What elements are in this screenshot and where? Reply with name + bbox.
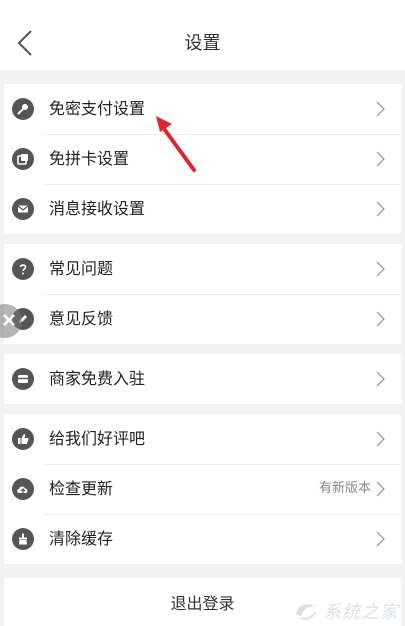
key-icon: [12, 98, 34, 120]
row-password-free-payment[interactable]: 免密支付设置: [4, 84, 401, 134]
row-label: 消息接收设置: [49, 199, 146, 218]
row-faq[interactable]: 常见问题: [4, 244, 401, 294]
logout-label: 退出登录: [170, 594, 235, 613]
page-title: 设置: [184, 33, 221, 54]
chevron-right-icon: [376, 311, 385, 327]
row-label: 检查更新: [49, 479, 114, 498]
settings-group-payment: 免密支付设置 免拼卡设置 消息接收设置: [4, 84, 401, 234]
store-icon: [12, 368, 34, 390]
row-rate-us[interactable]: 给我们好评吧: [4, 414, 401, 464]
close-x-icon: [3, 314, 15, 326]
chevron-right-icon: [376, 261, 385, 277]
settings-group-app: 给我们好评吧 检查更新 有新版本 清除缓存: [4, 414, 401, 564]
cloud-upload-icon: [12, 478, 34, 500]
row-label: 意见反馈: [49, 309, 114, 328]
row-merchant-join[interactable]: 商家免费入驻: [4, 354, 401, 404]
row-label: 商家免费入驻: [49, 369, 146, 388]
thumbs-up-icon: [12, 428, 34, 450]
floating-assist-button[interactable]: [0, 304, 22, 338]
envelope-icon: [12, 198, 34, 220]
chevron-right-icon: [376, 371, 385, 387]
watermark: 系统之家: [293, 598, 399, 624]
chevron-right-icon: [376, 481, 385, 497]
chevron-right-icon: [376, 431, 385, 447]
row-check-update[interactable]: 检查更新 有新版本: [4, 464, 401, 514]
row-clear-cache[interactable]: 清除缓存: [4, 514, 401, 564]
update-status-text: 有新版本: [318, 481, 371, 496]
card-icon: [12, 148, 34, 170]
chevron-right-icon: [376, 531, 385, 547]
question-icon: [12, 258, 34, 280]
row-feedback[interactable]: 意见反馈: [4, 294, 401, 344]
settings-group-help: 常见问题 意见反馈: [4, 244, 401, 344]
settings-screen: 设置 免密支付设置 免拼卡设置 消息接收设置 常见问题 意见反馈 商家免费入驻 …: [0, 0, 405, 626]
chevron-right-icon: [376, 101, 385, 117]
row-message-receive[interactable]: 消息接收设置: [4, 184, 401, 234]
row-label: 清除缓存: [49, 529, 114, 548]
chevron-right-icon: [376, 201, 385, 217]
broom-icon: [12, 528, 34, 550]
header-bar: 设置: [0, 0, 405, 70]
row-label: 免拼卡设置: [49, 149, 130, 168]
row-label: 给我们好评吧: [49, 429, 146, 448]
watermark-text: 系统之家: [323, 602, 399, 623]
watermark-logo-icon: [296, 604, 317, 620]
row-label: 常见问题: [49, 259, 114, 278]
chevron-right-icon: [376, 151, 385, 167]
row-label: 免密支付设置: [49, 99, 146, 118]
row-group-card[interactable]: 免拼卡设置: [4, 134, 401, 184]
settings-group-merchant: 商家免费入驻: [4, 354, 401, 404]
